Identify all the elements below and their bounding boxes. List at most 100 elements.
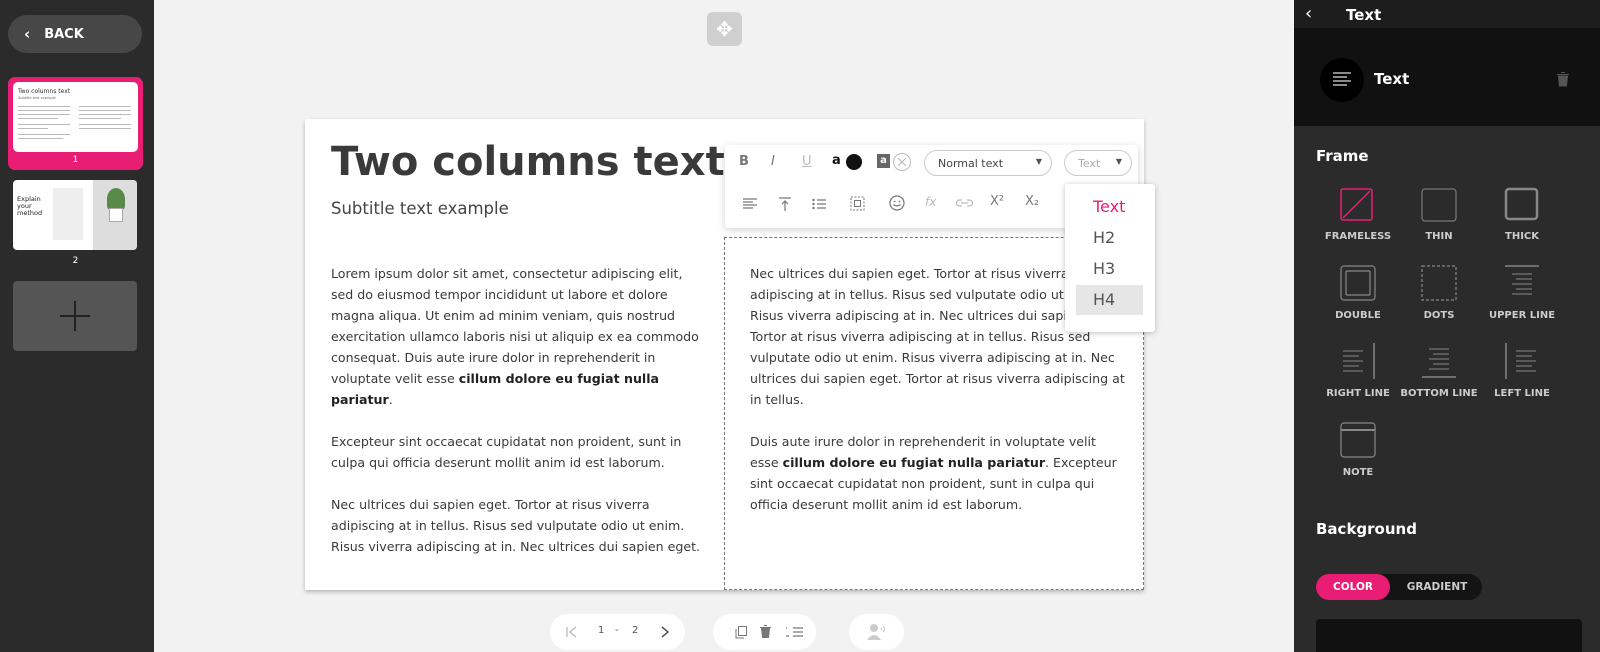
- trash-icon[interactable]: [760, 625, 771, 638]
- chevron-left-icon: ‹: [24, 25, 31, 43]
- background-type-toggle: COLOR GRADIENT: [1316, 574, 1482, 600]
- presenter-icon[interactable]: [867, 623, 887, 641]
- italic-button[interactable]: I: [771, 154, 775, 169]
- text-align-icon: [1333, 72, 1351, 86]
- thumb-title: Two columns text: [18, 88, 71, 95]
- frame-option-upper-line[interactable]: UPPER LINE: [1482, 265, 1562, 321]
- frame-option-double[interactable]: DOUBLE: [1318, 265, 1398, 321]
- heading-select[interactable]: Text ▼: [1064, 150, 1132, 176]
- heading-select-value: Text: [1078, 156, 1101, 170]
- underline-button[interactable]: U: [802, 154, 812, 169]
- move-icon: ✥: [716, 17, 733, 41]
- dropdown-option-h4[interactable]: H4: [1076, 285, 1143, 315]
- heading-dropdown-menu: Text H2 H3 H4: [1065, 184, 1155, 332]
- frame-label: LEFT LINE: [1494, 388, 1550, 399]
- back-label: BACK: [44, 26, 84, 42]
- pagination-bar: 1 - 2: [550, 614, 685, 650]
- no-color-swatch[interactable]: [893, 153, 911, 171]
- add-slide-button[interactable]: [13, 281, 137, 351]
- frameless-icon: [1340, 188, 1373, 221]
- dots-frame-icon: [1421, 265, 1457, 301]
- bottom-line-icon: [1422, 348, 1456, 378]
- frame-option-left-line[interactable]: LEFT LINE: [1482, 343, 1562, 399]
- presenter-bar: [849, 614, 904, 650]
- slide-thumbnail-1[interactable]: Two columns text Subtitle text example 1: [8, 77, 143, 170]
- frame-option-bottom-line[interactable]: BOTTOM LINE: [1399, 343, 1479, 399]
- font-color-swatch[interactable]: [846, 154, 862, 170]
- column-text: .: [388, 392, 393, 407]
- frame-option-right-line[interactable]: RIGHT LINE: [1318, 343, 1398, 399]
- next-page-icon[interactable]: [660, 626, 670, 638]
- panel-back-icon[interactable]: ‹: [1305, 3, 1312, 24]
- note-frame-icon: [1340, 422, 1376, 458]
- vertical-align-icon[interactable]: [778, 197, 792, 211]
- frame-option-thick[interactable]: THICK: [1482, 186, 1562, 242]
- background-heading: Background: [1316, 520, 1417, 538]
- duplicate-icon[interactable]: [735, 626, 747, 639]
- reorder-icon[interactable]: [786, 626, 803, 638]
- subscript-button[interactable]: X₂: [1025, 194, 1039, 209]
- thumb-title: Explain your method: [17, 195, 43, 217]
- bg-tab-gradient[interactable]: GRADIENT: [1392, 574, 1482, 600]
- slide-actions-bar: [713, 614, 816, 650]
- current-page: 1: [598, 625, 605, 636]
- dropdown-option-h2[interactable]: H2: [1076, 223, 1143, 253]
- column-text: Excepteur sint occaecat cupidatat non pr…: [331, 434, 682, 470]
- delete-element-icon[interactable]: [1557, 72, 1569, 87]
- upper-line-icon: [1505, 265, 1539, 295]
- total-pages: 2: [632, 625, 639, 636]
- back-button[interactable]: ‹ BACK: [8, 15, 142, 53]
- frame-label: THICK: [1505, 231, 1539, 242]
- column-bold-text: cillum dolore eu fugiat nulla pariatur: [782, 455, 1046, 470]
- font-color-label: a: [832, 153, 841, 168]
- frame-label: NOTE: [1342, 467, 1374, 478]
- chevron-down-icon: ▼: [1115, 157, 1122, 166]
- emoji-icon[interactable]: [889, 195, 905, 211]
- frame-label: DOUBLE: [1335, 310, 1381, 321]
- panel-header: ‹ Text: [1294, 0, 1600, 28]
- bullet-list-icon[interactable]: [812, 198, 826, 210]
- slide-title[interactable]: Two columns text: [331, 139, 725, 185]
- dropdown-option-h3[interactable]: H3: [1076, 254, 1143, 284]
- double-frame-icon: [1340, 265, 1376, 301]
- align-left-icon[interactable]: [743, 198, 757, 210]
- text-column-left[interactable]: Lorem ipsum dolor sit amet, consectetur …: [331, 263, 701, 557]
- chevron-down-icon: ▼: [1035, 157, 1042, 166]
- frame-option-frameless[interactable]: FRAMELESS: [1318, 186, 1398, 242]
- first-page-icon[interactable]: [566, 626, 578, 638]
- frame-option-dots[interactable]: DOTS: [1399, 265, 1479, 321]
- thumb-subtitle: Subtitle text example: [18, 96, 56, 100]
- frame-option-thin[interactable]: THIN: [1399, 186, 1479, 242]
- slide-subtitle[interactable]: Subtitle text example: [331, 199, 509, 218]
- frame-label: UPPER LINE: [1488, 310, 1556, 321]
- bold-button[interactable]: B: [739, 154, 749, 169]
- link-icon[interactable]: [956, 198, 973, 208]
- thick-frame-icon: [1504, 187, 1539, 221]
- properties-panel: ‹ Text Text Frame FRAMELESS THIN THICK D…: [1294, 0, 1600, 652]
- column-text: Nec ultrices dui sapien eget. Tortor at …: [331, 497, 701, 554]
- frame-heading: Frame: [1316, 147, 1369, 165]
- element-avatar: [1320, 58, 1364, 102]
- element-name: Text: [1374, 70, 1410, 88]
- left-line-icon: [1505, 343, 1536, 379]
- dropdown-option-text[interactable]: Text: [1076, 192, 1143, 222]
- no-color-icon: [897, 157, 907, 167]
- frame-label: DOTS: [1423, 310, 1455, 321]
- thumb-number: 1: [72, 155, 79, 165]
- superscript-button[interactable]: X²: [990, 194, 1004, 209]
- bg-color-label: a: [877, 154, 890, 168]
- bg-tab-color[interactable]: COLOR: [1316, 574, 1390, 600]
- thin-frame-icon: [1421, 188, 1457, 222]
- frame-label: FRAMELESS: [1324, 231, 1392, 242]
- text-style-select[interactable]: Normal text ▼: [924, 150, 1052, 176]
- move-handle[interactable]: ✥: [707, 12, 742, 46]
- color-picker-area[interactable]: [1316, 619, 1582, 652]
- column-text: Lorem ipsum dolor sit amet, consectetur …: [331, 266, 699, 386]
- formula-button[interactable]: fx: [925, 195, 936, 209]
- slide-thumbnail-2[interactable]: Explain your method: [13, 180, 137, 250]
- slides-sidebar: ‹ BACK Two columns text Subtitle text ex…: [0, 0, 154, 652]
- frame-option-note[interactable]: NOTE: [1318, 422, 1398, 478]
- right-line-icon: [1343, 343, 1375, 379]
- frame-label: RIGHT LINE: [1326, 388, 1390, 399]
- padding-icon[interactable]: [850, 196, 865, 211]
